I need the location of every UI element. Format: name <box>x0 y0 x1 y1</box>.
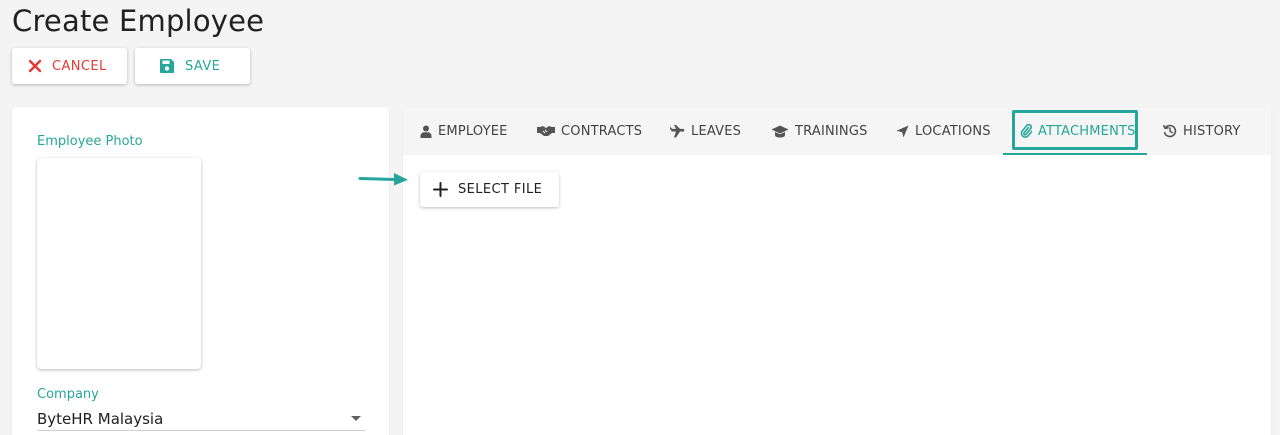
employee-photo-label: Employee Photo <box>37 134 143 149</box>
tab-locations[interactable]: LOCATIONS <box>896 107 991 155</box>
select-file-label: SELECT FILE <box>458 182 543 197</box>
user-icon <box>420 125 432 138</box>
save-button[interactable]: SAVE <box>135 48 250 84</box>
company-select[interactable]: ByteHR Malaysia <box>37 407 365 431</box>
pointer-arrow-icon <box>358 171 410 191</box>
tab-leaves[interactable]: LEAVES <box>669 107 741 155</box>
tab-history-label: HISTORY <box>1183 123 1241 139</box>
save-button-label: SAVE <box>185 58 221 74</box>
tab-employee-label: EMPLOYEE <box>438 123 508 139</box>
plus-icon <box>433 182 448 197</box>
tab-bar: EMPLOYEE CONTRACTS LEAVES TRAININGS LOCA <box>403 107 1271 155</box>
graduation-cap-icon <box>771 125 789 138</box>
tab-trainings-label: TRAININGS <box>795 123 868 139</box>
tab-attachments-label: ATTACHMENTS <box>1038 123 1136 139</box>
active-tab-indicator <box>1003 153 1147 155</box>
cancel-button[interactable]: CANCEL <box>12 48 127 84</box>
cancel-button-label: CANCEL <box>52 58 107 74</box>
handshake-icon <box>537 125 555 137</box>
page-title: Create Employee <box>12 4 265 38</box>
floppy-disk-icon <box>159 58 175 74</box>
tab-history[interactable]: HISTORY <box>1163 107 1241 155</box>
tab-contracts[interactable]: CONTRACTS <box>537 107 642 155</box>
employee-photo-card: Employee Photo Company ByteHR Malaysia <box>12 107 389 435</box>
select-file-button[interactable]: SELECT FILE <box>420 172 559 207</box>
employee-details-card: EMPLOYEE CONTRACTS LEAVES TRAININGS LOCA <box>403 107 1271 435</box>
tab-leaves-label: LEAVES <box>691 123 742 139</box>
dropdown-caret-icon <box>351 416 361 421</box>
company-select-value: ByteHR Malaysia <box>37 409 164 428</box>
plane-icon <box>669 124 685 138</box>
tab-locations-label: LOCATIONS <box>915 123 991 139</box>
tab-attachments[interactable]: ATTACHMENTS <box>1020 107 1136 155</box>
company-label: Company <box>37 387 99 402</box>
location-arrow-icon <box>896 125 909 138</box>
history-icon <box>1163 124 1177 138</box>
close-icon <box>28 59 42 73</box>
paperclip-icon <box>1020 124 1032 138</box>
tab-employee[interactable]: EMPLOYEE <box>420 107 508 155</box>
tab-trainings[interactable]: TRAININGS <box>771 107 868 155</box>
employee-photo-dropzone[interactable] <box>37 158 201 369</box>
tab-contracts-label: CONTRACTS <box>561 123 643 139</box>
